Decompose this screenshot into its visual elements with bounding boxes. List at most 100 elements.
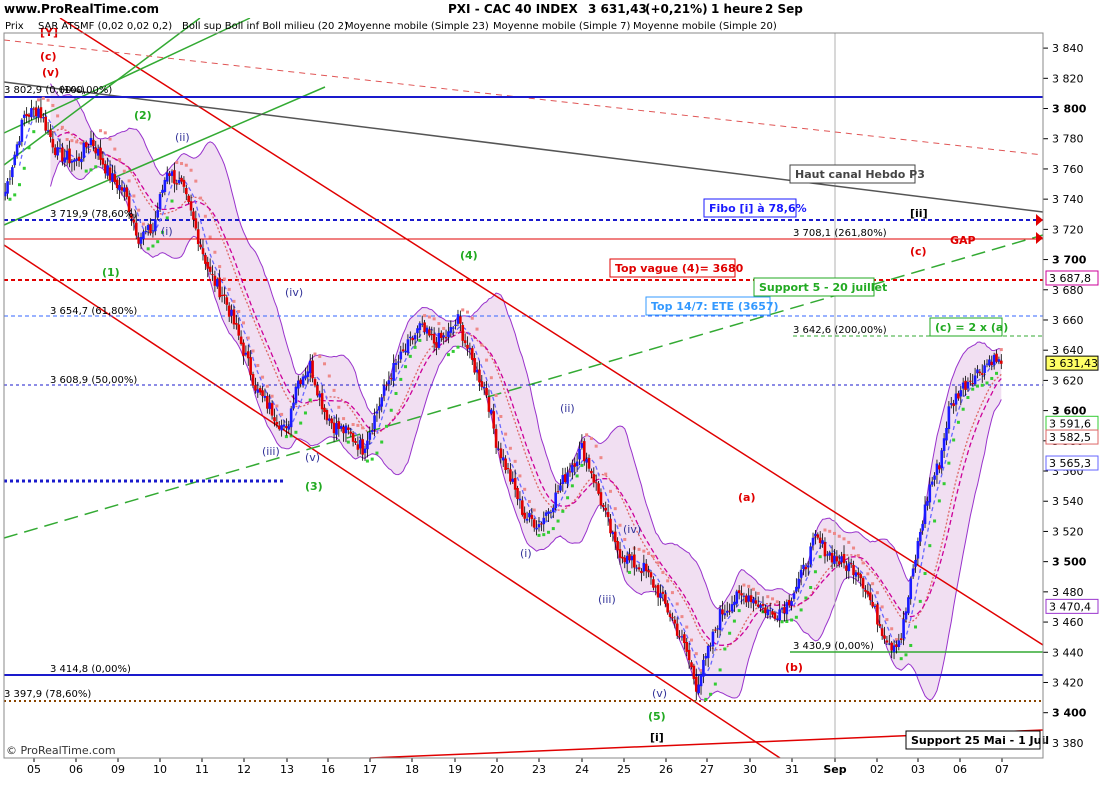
candle-body	[990, 361, 994, 366]
candle-body	[499, 448, 503, 459]
sar-dot	[237, 309, 241, 313]
sar-dot	[313, 352, 317, 356]
x-tick-label: 24	[575, 763, 589, 776]
candle-body	[582, 441, 586, 462]
sar-dot	[809, 586, 813, 590]
candle-body	[370, 430, 374, 433]
candle-body	[787, 599, 791, 606]
candle-body	[490, 409, 493, 414]
price-chart[interactable]: 3 802,9 (0,00%)(100,00%)3 719,9 (78,60%)…	[0, 0, 1100, 800]
candle-body	[714, 629, 717, 631]
y-tick-label: 3 780	[1052, 133, 1084, 146]
candle-body	[764, 607, 767, 614]
sar-dot	[589, 436, 593, 440]
candle-body	[747, 595, 750, 602]
x-tick-label: 02	[870, 763, 884, 776]
candle-body	[61, 147, 64, 162]
sar-dot	[418, 338, 422, 342]
sar-dot	[246, 336, 250, 340]
candle-body	[992, 354, 996, 365]
candle-body	[654, 586, 658, 588]
sar-dot	[94, 165, 98, 169]
candle-body	[406, 339, 410, 353]
sar-dot	[547, 530, 551, 534]
candle-body	[375, 411, 379, 414]
candle-body	[342, 427, 345, 434]
candle-body	[837, 561, 841, 565]
candle-body	[263, 395, 267, 398]
candle-body	[749, 595, 753, 603]
sar-dot	[604, 472, 608, 476]
candle-body	[473, 358, 476, 373]
candle-body	[208, 266, 212, 272]
sar-dot	[442, 326, 446, 330]
candle-body	[332, 422, 336, 434]
candle-body	[697, 684, 700, 694]
candle-body	[730, 604, 734, 612]
sar-dot	[261, 375, 265, 379]
candle-body	[366, 440, 369, 450]
candle-body	[44, 116, 48, 131]
price-badge-label: 3 582,5	[1049, 431, 1091, 444]
candle-body	[916, 541, 920, 559]
sar-dot	[275, 404, 279, 408]
wave-label: [i]	[650, 731, 664, 744]
y-tick-label: 3 540	[1052, 495, 1084, 508]
y-tick-label: 3 760	[1052, 163, 1084, 176]
candle-body	[799, 569, 803, 578]
x-tick-label: 25	[617, 763, 631, 776]
candle-body	[294, 386, 298, 404]
candle-body	[868, 592, 872, 601]
candle-body	[759, 604, 762, 608]
candle-body	[409, 336, 412, 339]
y-tick-label: 3 800	[1052, 103, 1087, 116]
sar-dot	[365, 459, 369, 463]
candle-body	[854, 572, 858, 577]
price-badge-label: 3 631,43	[1049, 357, 1098, 370]
sar-dot	[890, 627, 894, 631]
candle-body	[165, 172, 169, 182]
candle-body	[413, 335, 417, 340]
y-tick-label: 3 620	[1052, 374, 1084, 387]
candle-body	[873, 605, 877, 607]
candle-body	[58, 147, 62, 150]
candle-body	[728, 610, 731, 612]
candle-body	[602, 504, 605, 507]
sar-dot	[523, 487, 527, 491]
sar-dot	[256, 363, 260, 367]
x-tick-label: 10	[153, 763, 167, 776]
y-tick-label: 3 640	[1052, 344, 1084, 357]
candle-body	[32, 108, 36, 110]
x-tick-label: 18	[405, 763, 419, 776]
sar-dot	[146, 247, 150, 251]
candle-body	[673, 619, 677, 624]
timeframe: 1 heure	[711, 2, 763, 16]
candle-body	[849, 563, 853, 565]
wave-label: (2)	[134, 109, 152, 122]
candle-body	[928, 484, 932, 503]
candle-body	[256, 389, 260, 393]
candle-body	[227, 305, 231, 317]
candle-body	[358, 440, 362, 449]
candle-body	[711, 631, 715, 647]
sar-dot	[79, 141, 83, 145]
candle-body	[690, 662, 693, 668]
candle-body	[923, 504, 927, 525]
candle-body	[154, 219, 157, 232]
sar-dot	[561, 509, 565, 513]
sar-dot	[975, 384, 979, 388]
candle-body	[633, 554, 636, 568]
sar-dot	[742, 583, 746, 587]
candle-body	[106, 165, 109, 176]
candle-body	[108, 167, 112, 181]
sar-dot	[465, 310, 469, 314]
sar-dot	[408, 354, 412, 358]
candle-body	[506, 468, 510, 470]
sar-dot	[65, 138, 69, 142]
sar-dot	[170, 199, 174, 203]
sar-dot	[875, 591, 879, 595]
sar-dot	[17, 183, 21, 187]
sar-dot	[308, 398, 312, 402]
sar-dot	[585, 433, 589, 437]
candle-body	[347, 427, 350, 430]
